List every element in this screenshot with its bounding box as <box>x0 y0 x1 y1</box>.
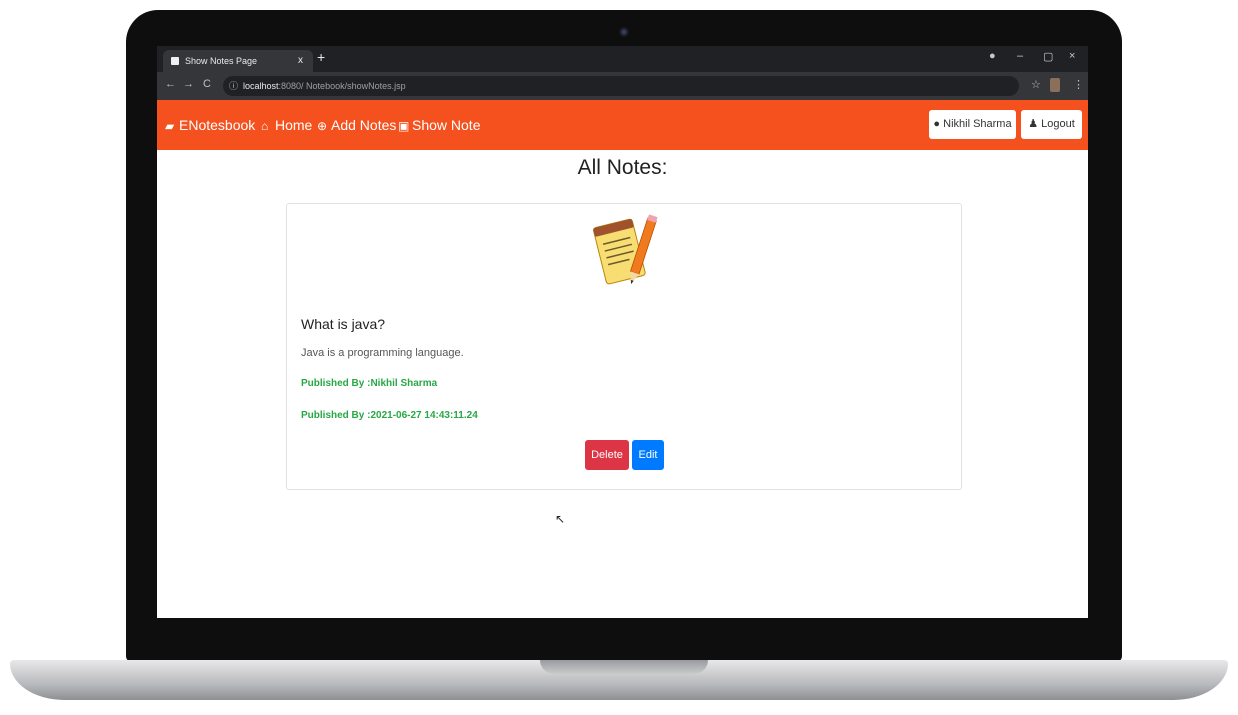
notes-icon: ▣ <box>398 119 410 133</box>
app-navbar: ▰ ENotesbook ⌂ Home ⊕ Add Notes ▣ Show Note … <box>157 100 1088 150</box>
url-host: localhost <box>243 81 279 91</box>
profile-avatar[interactable] <box>1050 78 1060 92</box>
maximize-button[interactable]: ▢ <box>1043 50 1053 63</box>
home-icon: ⌂ <box>261 119 269 133</box>
browser-tabbar: Show Notes Page x + ● – ▢ × <box>157 46 1088 72</box>
note-card: What is java? Java is a programming lang… <box>286 203 962 490</box>
browser-menu-icon[interactable]: ⋮ <box>1073 78 1084 91</box>
webcam <box>619 27 629 37</box>
laptop-notch <box>540 660 708 674</box>
delete-button[interactable]: Delete <box>585 440 629 470</box>
note-title: What is java? <box>301 316 386 332</box>
minimize-button[interactable]: – <box>1017 50 1023 62</box>
logout-label: Logout <box>1041 118 1075 130</box>
mouse-cursor-icon: ↖ <box>555 512 566 526</box>
favicon-icon <box>171 57 179 65</box>
new-tab-button[interactable]: + <box>317 49 325 65</box>
tab-close-icon[interactable]: x <box>298 50 303 72</box>
note-content: Java is a programming language. <box>301 347 464 359</box>
edit-button[interactable]: Edit <box>632 440 664 470</box>
nav-add-notes-link[interactable]: ⊕ Add Notes <box>317 117 396 134</box>
brand-label: ENotesbook <box>179 117 256 133</box>
user-icon: ● <box>933 118 941 130</box>
url-path: :8080/ Notebook/showNotes.jsp <box>278 81 406 91</box>
notepad-pencil-icon <box>593 214 658 285</box>
forward-button[interactable]: → <box>183 78 194 90</box>
browser-toolbar: ← → C ⓘ localhost:8080/ Notebook/showNot… <box>157 72 1088 100</box>
page-title: All Notes: <box>577 156 668 179</box>
bookmark-star-icon[interactable]: ☆ <box>1031 78 1041 91</box>
close-window-button[interactable]: × <box>1069 50 1075 62</box>
note-author: Published By :Nikhil Sharma <box>301 378 438 389</box>
url-text: localhost:8080/ Notebook/showNotes.jsp <box>243 76 406 96</box>
nav-home-link[interactable]: ⌂ Home <box>261 117 312 134</box>
browser-tab[interactable]: Show Notes Page x <box>163 50 313 72</box>
note-date: Published By :2021-06-27 14:43:11.24 <box>301 410 478 421</box>
address-bar[interactable]: ⓘ localhost:8080/ Notebook/showNotes.jsp <box>223 76 1019 96</box>
logout-button[interactable]: ♟ Logout <box>1021 110 1082 139</box>
profile-icon[interactable]: ● <box>989 50 996 62</box>
back-button[interactable]: ← <box>165 78 176 90</box>
tab-title: Show Notes Page <box>185 56 258 66</box>
user-name: Nikhil Sharma <box>943 118 1012 130</box>
nav-show-note-label: Show Note <box>412 117 481 133</box>
brand-link[interactable]: ▰ ENotesbook <box>165 117 255 134</box>
user-button[interactable]: ● Nikhil Sharma <box>929 110 1016 139</box>
screen: Show Notes Page x + ● – ▢ × ← → C ⓘ loca… <box>157 46 1088 618</box>
plus-circle-icon: ⊕ <box>317 119 328 133</box>
site-info-icon[interactable]: ⓘ <box>229 76 238 96</box>
reload-button[interactable]: C <box>203 78 211 90</box>
book-icon: ▰ <box>165 119 175 133</box>
nav-home-label: Home <box>275 117 313 133</box>
nav-show-note-link[interactable]: ▣ Show Note <box>398 117 480 134</box>
logout-icon: ♟ <box>1028 118 1039 130</box>
nav-add-notes-label: Add Notes <box>331 117 397 133</box>
